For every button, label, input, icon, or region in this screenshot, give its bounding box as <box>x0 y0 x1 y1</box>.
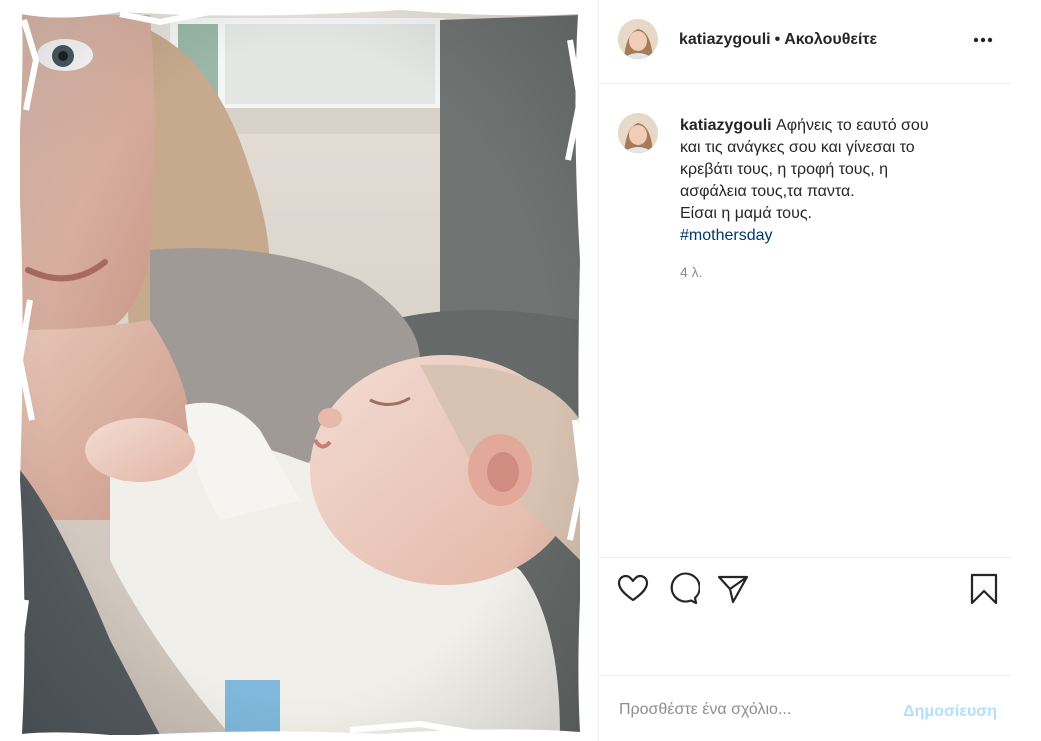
caption-line: ασφάλεια τους,τα παντα. <box>680 183 855 200</box>
heart-icon <box>617 574 649 602</box>
caption-avatar[interactable] <box>618 113 658 153</box>
comment-icon <box>670 572 701 605</box>
action-bar <box>599 557 1011 619</box>
header-text: katiazygouli • Ακολουθείτε <box>679 30 877 50</box>
caption-first-line: katiazygouli Αφήνεις το εαυτό σου <box>680 115 970 137</box>
post-side-panel: katiazygouli • Ακολουθείτε katiazygouli … <box>598 0 1011 741</box>
header-separator: • <box>774 31 781 48</box>
avatar-image <box>618 113 658 153</box>
share-button[interactable] <box>716 572 750 606</box>
comment-input[interactable] <box>619 701 869 719</box>
more-horizontal-icon <box>973 37 993 43</box>
more-options-button[interactable] <box>969 28 997 52</box>
following-button[interactable]: Ακολουθείτε <box>784 31 877 48</box>
save-button[interactable] <box>967 572 1001 606</box>
hashtag-link[interactable]: #mothersday <box>680 225 970 247</box>
post-header: katiazygouli • Ακολουθείτε <box>599 0 1011 84</box>
caption-line: και τις ανάγκες σου και γίνεσαι το <box>680 139 915 156</box>
like-button[interactable] <box>616 572 650 606</box>
caption-line: κρεβάτι τους, η τροφή τους, η <box>680 161 888 178</box>
comment-button[interactable] <box>666 572 701 606</box>
post-timestamp[interactable]: 4 λ. <box>680 264 703 280</box>
bookmark-icon <box>970 573 998 605</box>
photo-illustration <box>0 0 598 741</box>
caption-username[interactable]: katiazygouli <box>680 117 772 134</box>
post-caption: katiazygouli Αφήνεις το εαυτό σου και τι… <box>680 115 970 247</box>
paper-plane-icon <box>717 575 749 604</box>
avatar-image <box>618 19 658 59</box>
caption-line: Είσαι η μαμά τους. <box>680 205 812 222</box>
post-photo[interactable] <box>0 0 598 741</box>
header-username[interactable]: katiazygouli <box>679 31 771 48</box>
comment-bar: Δημοσίευση <box>599 675 1011 741</box>
caption-text: Αφήνεις το εαυτό σου <box>776 117 929 134</box>
instagram-post: katiazygouli • Ακολουθείτε katiazygouli … <box>0 0 1041 741</box>
caption-block: katiazygouli Αφήνεις το εαυτό σου και τι… <box>599 84 1011 558</box>
publish-button[interactable]: Δημοσίευση <box>903 703 997 721</box>
avatar[interactable] <box>618 19 658 59</box>
